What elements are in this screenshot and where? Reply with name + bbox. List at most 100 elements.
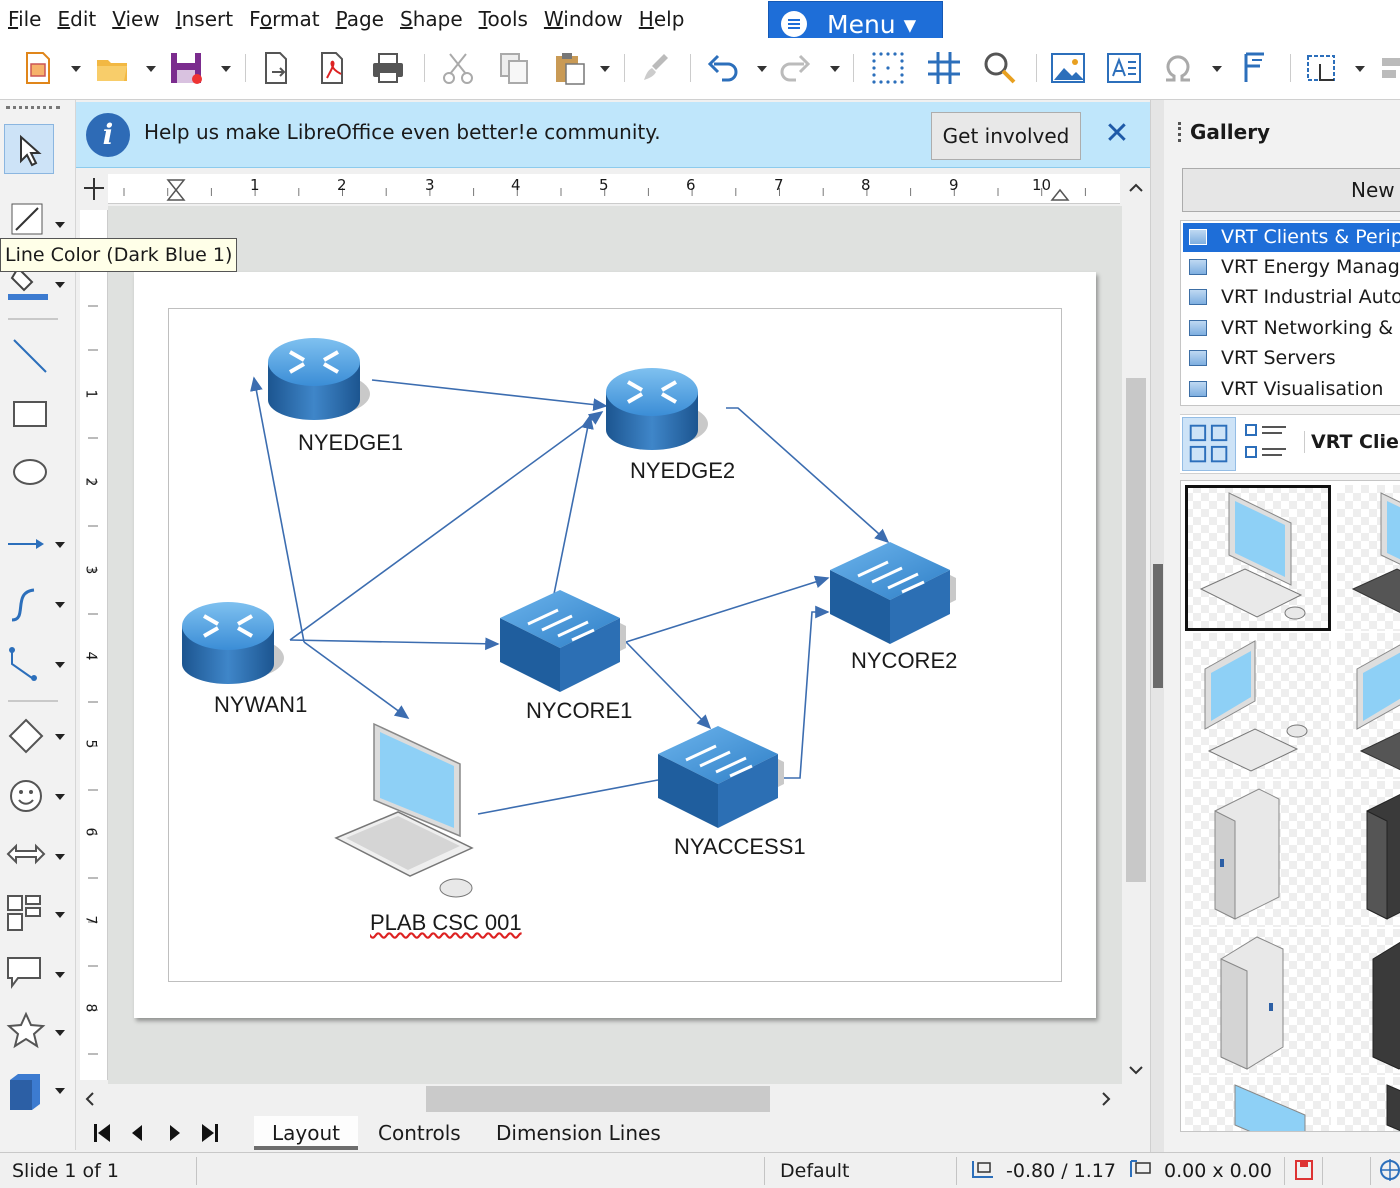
label-nyedge1[interactable]: NYEDGE1 (298, 430, 403, 456)
theme-list[interactable]: VRT Clients & Peripherals VRT Energy Man… (1180, 220, 1400, 406)
menu-help[interactable]: Help (631, 0, 693, 38)
3d-objects-tool[interactable] (4, 1066, 54, 1116)
copy-icon[interactable] (496, 50, 532, 86)
lines-arrows-dropdown-icon[interactable] (55, 542, 65, 548)
label-nycore1[interactable]: NYCORE1 (526, 698, 632, 724)
theme-item[interactable]: VRT Clients & Peripherals (1183, 223, 1400, 252)
scroll-left-icon[interactable] (78, 1084, 102, 1114)
tab-controls[interactable]: Controls (360, 1116, 479, 1150)
last-tab-icon[interactable] (198, 1120, 222, 1146)
undo-dropdown-icon[interactable] (757, 66, 767, 72)
menu-file[interactable]: File (0, 0, 49, 38)
sidebar-splitter[interactable] (1150, 100, 1164, 1152)
block-arrows-tool[interactable] (4, 830, 54, 880)
workstation-plab-icon[interactable] (334, 722, 474, 898)
new-dropdown-icon[interactable] (71, 66, 81, 72)
label-nycore2[interactable]: NYCORE2 (851, 648, 957, 674)
flowchart-dropdown-icon[interactable] (55, 912, 65, 918)
panel-grip-icon[interactable] (1178, 122, 1181, 142)
scroll-down-icon[interactable] (1122, 1058, 1150, 1082)
menu-format[interactable]: Format (241, 0, 328, 38)
detail-view-icon[interactable] (1240, 417, 1294, 471)
switch-nycore1-icon[interactable] (500, 590, 626, 692)
redo-icon[interactable] (778, 50, 814, 86)
router-nyedge2-icon[interactable] (606, 368, 708, 450)
stars-tool[interactable] (4, 1008, 54, 1058)
basic-shapes-tool[interactable] (4, 712, 54, 762)
ellipse-tool[interactable] (4, 448, 54, 498)
lines-arrows-tool[interactable] (4, 520, 54, 570)
save-icon[interactable] (168, 50, 204, 86)
theme-item[interactable]: VRT Servers (1183, 344, 1400, 373)
gallery-item-tower-white[interactable] (1185, 781, 1331, 927)
connector-core1-access1[interactable] (625, 641, 712, 730)
align-objects-icon[interactable] (1378, 50, 1400, 86)
horizontal-scrollbar[interactable] (76, 1084, 1122, 1114)
special-character-dropdown-icon[interactable] (1212, 66, 1222, 72)
fill-color-dropdown-icon[interactable] (55, 282, 65, 288)
open-dropdown-icon[interactable] (146, 66, 156, 72)
label-nyedge2[interactable]: NYEDGE2 (630, 458, 735, 484)
save-dropdown-icon[interactable] (221, 66, 231, 72)
symbol-shapes-tool[interactable] (4, 772, 54, 822)
connector-edge2-core2[interactable] (726, 407, 890, 544)
block-arrows-dropdown-icon[interactable] (55, 854, 65, 860)
gallery-thumbnails[interactable] (1180, 480, 1400, 1132)
close-icon[interactable]: ✕ (1104, 116, 1130, 152)
symbol-shapes-dropdown-icon[interactable] (55, 794, 65, 800)
menu-view[interactable]: View (104, 0, 167, 38)
paste-dropdown-icon[interactable] (600, 66, 610, 72)
label-plab-csc[interactable]: PLAB CSC 001 (370, 910, 522, 936)
fit-slide-icon[interactable] (1378, 1157, 1400, 1183)
slide-page[interactable]: NYEDGE1 NYEDGE2 NYWAN1 NYCORE1 NYCORE2 N… (134, 272, 1096, 1018)
connector-core1-core2[interactable] (625, 575, 830, 643)
ruler-origin-icon[interactable] (80, 174, 108, 204)
cut-icon[interactable] (440, 50, 476, 86)
switch-nycore2-icon[interactable] (830, 542, 956, 644)
transformations-dropdown-icon[interactable] (1355, 66, 1365, 72)
connectors-tool[interactable] (4, 640, 54, 690)
theme-item[interactable]: VRT Energy Management (1183, 253, 1400, 282)
export-pdf-icon[interactable] (314, 50, 350, 86)
basic-shapes-dropdown-icon[interactable] (55, 734, 65, 740)
zoom-pan-icon[interactable] (982, 50, 1018, 86)
toolbar-grip[interactable] (6, 106, 60, 110)
rectangle-tool[interactable] (4, 390, 54, 440)
open-folder-icon[interactable] (94, 50, 130, 86)
insert-textbox-icon[interactable] (1106, 50, 1142, 86)
tab-layout[interactable]: Layout (254, 1116, 358, 1150)
stars-dropdown-icon[interactable] (55, 1030, 65, 1036)
switch-nyaccess1-icon[interactable] (658, 726, 784, 828)
select-tool[interactable] (4, 124, 54, 174)
menu-window[interactable]: Window (536, 0, 631, 38)
vertical-scrollbar[interactable] (1122, 174, 1150, 1084)
gallery-item-tower-black-2[interactable] (1337, 929, 1400, 1075)
gallery-item-workstation-2[interactable] (1337, 485, 1400, 631)
gallery-item-workstation[interactable] (1185, 485, 1331, 631)
horizontal-ruler[interactable]: 1 2 3 4 5 6 7 8 9 10 (108, 174, 1120, 204)
display-grid-icon[interactable] (870, 50, 906, 86)
new-theme-button[interactable]: New Theme... (1182, 168, 1400, 212)
scroll-right-icon[interactable] (1094, 1084, 1118, 1114)
drawing-workspace[interactable]: NYEDGE1 NYEDGE2 NYWAN1 NYCORE1 NYCORE2 N… (108, 206, 1122, 1084)
transformations-icon[interactable] (1304, 50, 1340, 86)
first-tab-icon[interactable] (90, 1120, 114, 1146)
print-icon[interactable] (370, 50, 406, 86)
gallery-item-laptop-2[interactable] (1337, 1077, 1400, 1131)
menu-insert[interactable]: Insert (168, 0, 241, 38)
splitter-handle[interactable] (1153, 564, 1163, 688)
previous-tab-icon[interactable] (126, 1120, 150, 1146)
clone-formatting-icon[interactable] (638, 50, 674, 86)
vertical-ruler[interactable]: 1 2 3 4 5 6 7 8 (80, 210, 108, 1080)
redo-dropdown-icon[interactable] (830, 66, 840, 72)
menu-shape[interactable]: Shape (392, 0, 471, 38)
helplines-icon[interactable] (926, 50, 962, 86)
connector-wan1-core1[interactable] (289, 637, 500, 651)
theme-item[interactable]: VRT Visualisation (1183, 375, 1400, 404)
icon-view-icon[interactable] (1182, 417, 1236, 471)
insert-image-icon[interactable] (1050, 50, 1086, 86)
vertical-scroll-thumb[interactable] (1126, 378, 1146, 882)
callouts-tool[interactable] (4, 950, 54, 1000)
export-icon[interactable] (258, 50, 294, 86)
callouts-dropdown-icon[interactable] (55, 972, 65, 978)
